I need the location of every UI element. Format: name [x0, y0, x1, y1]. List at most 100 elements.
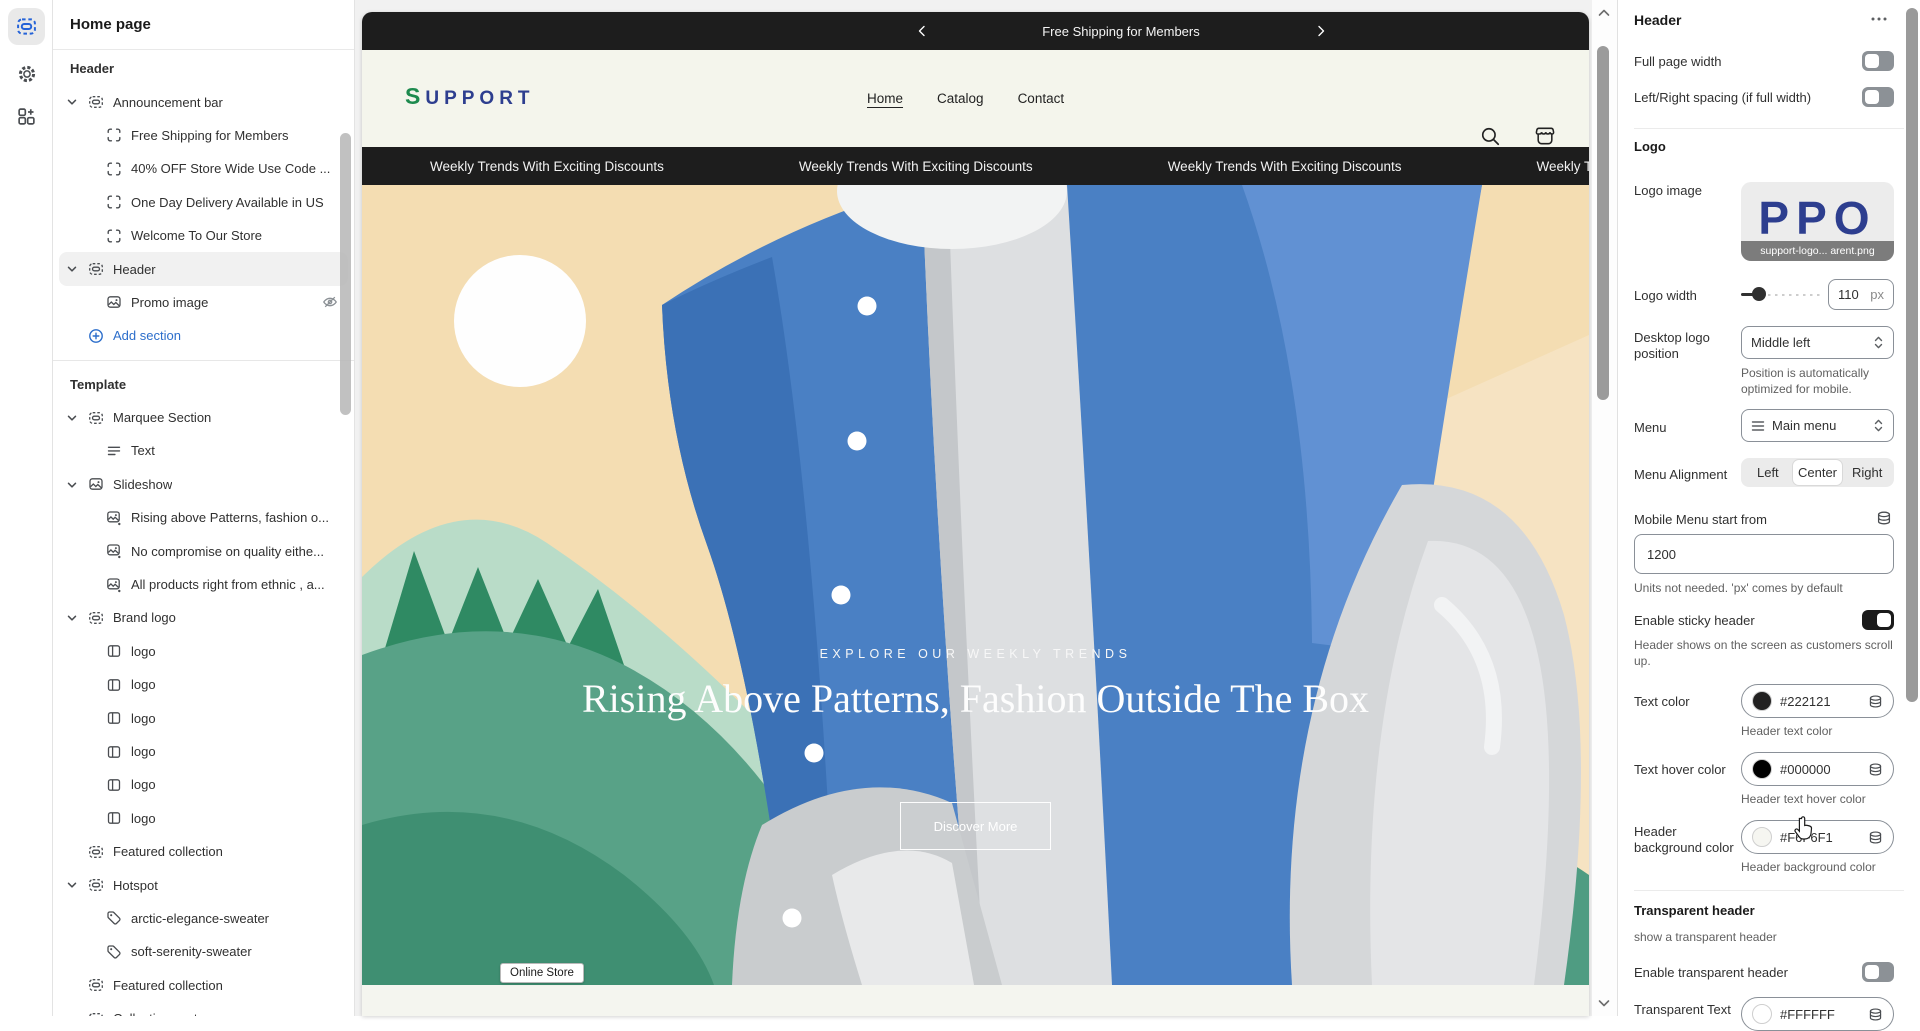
chevron-down-icon[interactable] — [64, 1011, 80, 1016]
menu-select[interactable]: Main menu — [1741, 409, 1894, 442]
chevron-down-icon[interactable] — [64, 877, 80, 893]
hero-kicker: EXPLORE OUR WEEKLY TRENDS — [362, 647, 1589, 661]
hotspot-dot[interactable] — [805, 744, 824, 763]
lr-spacing-toggle[interactable] — [1862, 87, 1894, 107]
nav-link[interactable]: Catalog — [937, 91, 984, 106]
tree-item[interactable]: Welcome To Our Store — [59, 219, 348, 252]
tree-item[interactable]: All products right from ethnic , a... — [59, 568, 348, 601]
full-page-width-toggle[interactable] — [1862, 51, 1894, 71]
full-page-width-label: Full page width — [1634, 54, 1864, 70]
transparent-text-color-field[interactable]: #FFFFFF — [1741, 997, 1894, 1031]
tree-item[interactable]: Free Shipping for Members — [59, 119, 348, 152]
tree-item[interactable]: Featured collection — [59, 835, 348, 868]
enable-transparent-toggle[interactable] — [1862, 962, 1894, 982]
text-color-value: #222121 — [1780, 694, 1831, 709]
logo-width-slider[interactable] — [1741, 287, 1823, 301]
dynamic-source-icon[interactable] — [1868, 1007, 1883, 1022]
rail-sections-button[interactable] — [8, 8, 45, 45]
tree-item[interactable]: logo — [59, 701, 348, 734]
search-icon[interactable] — [1479, 125, 1501, 147]
tree-item[interactable]: Featured collection — [59, 969, 348, 1002]
logo-width-value[interactable]: 110 px — [1828, 279, 1894, 310]
color-swatch — [1752, 759, 1772, 779]
rail-settings-button[interactable] — [8, 55, 45, 92]
sticky-header-label: Enable sticky header — [1634, 613, 1864, 629]
tree-item[interactable]: soft-serenity-sweater — [59, 935, 348, 968]
mobile-menu-input[interactable] — [1634, 534, 1894, 574]
preview-scrollbar-thumb[interactable] — [1597, 46, 1609, 400]
preview-scrollbar[interactable] — [1592, 0, 1617, 1016]
tree-group-template-items: Marquee Section Text — [53, 401, 354, 1016]
text-hover-color-field[interactable]: #000000 — [1741, 752, 1894, 786]
tree-item[interactable]: arctic-elegance-sweater — [59, 902, 348, 935]
dynamic-source-icon[interactable] — [1868, 762, 1883, 777]
online-store-badge: Online Store — [500, 963, 584, 983]
segment-option[interactable]: Left — [1743, 460, 1793, 485]
desktop-logo-position-select[interactable]: Middle left — [1741, 326, 1894, 359]
chevron-down-icon[interactable] — [64, 477, 80, 493]
tree-item[interactable]: logo — [59, 635, 348, 668]
segment-option[interactable]: Center — [1793, 460, 1843, 485]
tree-item[interactable]: Hotspot — [59, 868, 348, 901]
hotspot-dot[interactable] — [783, 909, 802, 928]
sidebar-scrollbar-thumb[interactable] — [340, 133, 351, 415]
section-icon — [88, 410, 104, 426]
tree-item[interactable]: One Day Delivery Available in US — [59, 186, 348, 219]
site-logo[interactable]: SUPPORT — [405, 83, 535, 110]
hotspot-dot[interactable] — [848, 432, 867, 451]
sticky-header-toggle[interactable] — [1862, 610, 1894, 630]
enable-transparent-label: Enable transparent header — [1634, 965, 1864, 981]
tree-item-label: No compromise on quality eithe... — [131, 544, 324, 559]
scroll-down-icon[interactable] — [1598, 998, 1610, 1008]
site-nav: Home Catalog Contact — [867, 50, 1064, 147]
tree-item[interactable]: Text — [59, 434, 348, 467]
logo-image-thumbnail[interactable]: PPO support-logo... arent.png — [1741, 182, 1894, 261]
panel-scrollbar-thumb[interactable] — [1906, 8, 1918, 702]
tree-item[interactable]: Brand logo — [59, 601, 348, 634]
hotspot-dot[interactable] — [832, 586, 851, 605]
tree-item[interactable]: 40% OFF Store Wide Use Code ... — [59, 152, 348, 185]
tree-item[interactable]: Marquee Section — [59, 401, 348, 434]
hero-discover-button[interactable]: Discover More — [900, 802, 1051, 850]
tree-item-label: Marquee Section — [113, 410, 211, 425]
chevron-down-icon[interactable] — [64, 610, 80, 626]
block-icon — [106, 228, 122, 244]
chevron-down-icon[interactable] — [64, 410, 80, 426]
text-color-field[interactable]: #222121 — [1741, 684, 1894, 718]
tree-item[interactable]: Collections category — [59, 1002, 348, 1016]
tree-item[interactable]: Add section — [59, 319, 348, 352]
tree-item[interactable]: logo — [59, 735, 348, 768]
tree-item[interactable]: Slideshow — [59, 468, 348, 501]
nav-link[interactable]: Contact — [1018, 91, 1065, 106]
tree-item[interactable]: Promo image — [59, 286, 348, 319]
tree-item[interactable]: logo — [59, 768, 348, 801]
segment-option[interactable]: Right — [1842, 460, 1892, 485]
chevron-down-icon[interactable] — [64, 94, 80, 110]
header-bg-color-field[interactable]: #F6F6F1 — [1741, 820, 1894, 854]
rail-apps-button[interactable] — [8, 98, 45, 135]
tree-item[interactable]: Announcement bar — [59, 85, 348, 118]
scroll-up-icon[interactable] — [1598, 8, 1610, 18]
announcement-prev-icon[interactable] — [916, 25, 928, 37]
announcement-bar[interactable]: Free Shipping for Members — [362, 12, 1589, 50]
tree-item-label: Featured collection — [113, 978, 223, 993]
chevron-down-icon[interactable] — [64, 261, 80, 277]
tree-item[interactable]: Rising above Patterns, fashion o... — [59, 501, 348, 534]
hotspot-dot[interactable] — [858, 297, 877, 316]
dynamic-source-icon[interactable] — [1876, 510, 1892, 526]
tree-item[interactable]: No compromise on quality eithe... — [59, 534, 348, 567]
nav-link[interactable]: Home — [867, 91, 903, 106]
tree-item[interactable]: logo — [59, 802, 348, 835]
dynamic-source-icon[interactable] — [1868, 830, 1883, 845]
overflow-menu-icon[interactable] — [1870, 16, 1888, 22]
tree-item[interactable]: Header — [59, 252, 348, 285]
dynamic-source-icon[interactable] — [1868, 694, 1883, 709]
shop-account-icon[interactable] — [1534, 125, 1556, 147]
tree-item-label: soft-serenity-sweater — [131, 944, 252, 959]
slider-handle[interactable] — [1752, 287, 1766, 301]
block-icon — [106, 127, 122, 143]
announcement-next-icon[interactable] — [1315, 25, 1327, 37]
tree-item-label: Rising above Patterns, fashion o... — [131, 510, 329, 525]
eye-off-icon[interactable] — [322, 294, 338, 310]
tree-item[interactable]: logo — [59, 668, 348, 701]
